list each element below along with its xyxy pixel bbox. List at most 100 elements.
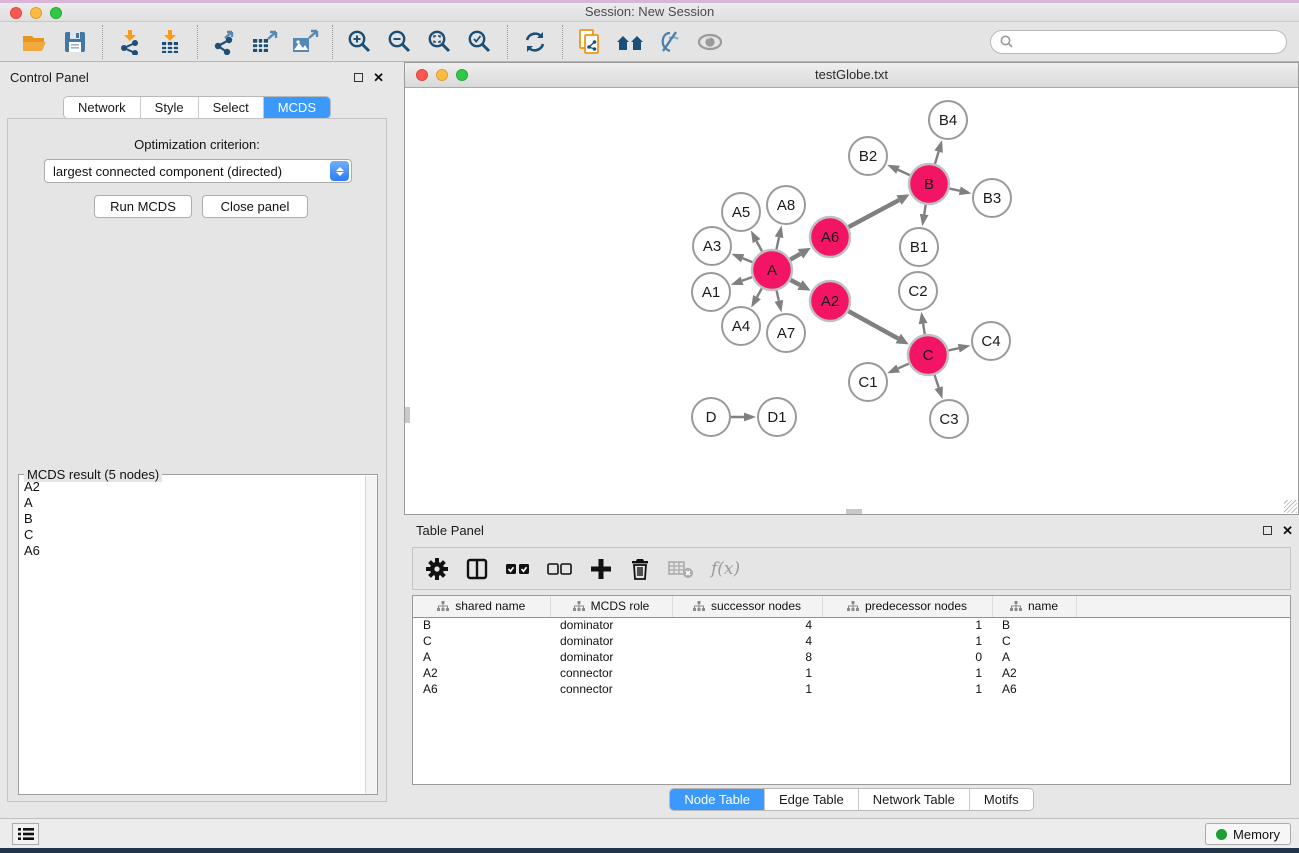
table-settings-gear-icon[interactable] <box>425 554 449 584</box>
table-cell[interactable]: A2 <box>992 665 1076 681</box>
table-cell[interactable]: 8 <box>672 649 822 665</box>
function-builder-icon[interactable]: f(x) <box>711 559 740 579</box>
network-window-titlebar[interactable]: testGlobe.txt <box>405 63 1298 88</box>
delete-table-icon[interactable] <box>667 554 695 584</box>
node-C[interactable]: C <box>908 335 948 375</box>
table-cell[interactable]: 1 <box>822 617 992 633</box>
table-cell[interactable]: 4 <box>672 617 822 633</box>
column-header-successor-nodes[interactable]: successor nodes <box>672 596 822 617</box>
table-row[interactable]: Cdominator41C <box>413 633 1291 649</box>
table-cell[interactable]: 1 <box>672 681 822 697</box>
tab-network-table[interactable]: Network Table <box>859 789 970 810</box>
cybrowser-home-icon[interactable] <box>615 27 645 57</box>
node-D[interactable]: D <box>692 398 730 436</box>
table-cell[interactable]: dominator <box>550 617 672 633</box>
tab-edge-table[interactable]: Edge Table <box>765 789 859 810</box>
node-A8[interactable]: A8 <box>767 186 805 224</box>
table-cell[interactable]: 4 <box>672 633 822 649</box>
table-row[interactable]: Bdominator41B <box>413 617 1291 633</box>
mcds-result-item[interactable]: A6 <box>24 543 360 559</box>
table-row[interactable]: Adominator80A <box>413 649 1291 665</box>
add-column-plus-icon[interactable] <box>589 554 613 584</box>
export-network-icon[interactable] <box>210 27 240 57</box>
tab-network[interactable]: Network <box>64 97 141 118</box>
result-scrollbar[interactable] <box>365 476 377 794</box>
zoom-out-icon[interactable] <box>385 27 415 57</box>
unselect-all-icon[interactable] <box>547 554 573 584</box>
table-cell[interactable]: dominator <box>550 633 672 649</box>
table-cell[interactable]: C <box>992 633 1076 649</box>
close-table-panel-icon[interactable]: ✕ <box>1282 526 1293 535</box>
close-panel-button[interactable]: Close panel <box>202 195 308 218</box>
node-A7[interactable]: A7 <box>767 314 805 352</box>
table-cell[interactable]: 0 <box>822 649 992 665</box>
tab-mcds[interactable]: MCDS <box>264 97 330 118</box>
node-A4[interactable]: A4 <box>722 307 760 345</box>
node-D1[interactable]: D1 <box>758 398 796 436</box>
show-hide-panel-eye-icon[interactable] <box>695 27 725 57</box>
table-cell[interactable]: A <box>413 649 550 665</box>
mcds-result-item[interactable]: B <box>24 511 360 527</box>
zoom-in-icon[interactable] <box>345 27 375 57</box>
table-cell[interactable]: A2 <box>413 665 550 681</box>
memory-button[interactable]: Memory <box>1205 823 1291 845</box>
import-table-icon[interactable] <box>155 27 185 57</box>
node-B[interactable]: B <box>909 164 949 204</box>
table-cell[interactable]: 1 <box>822 633 992 649</box>
table-cell[interactable]: connector <box>550 681 672 697</box>
export-table-icon[interactable] <box>250 27 280 57</box>
table-row[interactable]: A6connector11A6 <box>413 681 1291 697</box>
search-input[interactable] <box>1015 34 1278 49</box>
criterion-dropdown[interactable]: largest connected component (directed) <box>44 159 352 183</box>
node-C4[interactable]: C4 <box>972 322 1010 360</box>
node-B3[interactable]: B3 <box>973 179 1011 217</box>
mcds-result-item[interactable]: A2 <box>24 479 360 495</box>
delete-trash-icon[interactable] <box>629 554 651 584</box>
tab-motifs[interactable]: Motifs <box>970 789 1033 810</box>
table-cell[interactable]: dominator <box>550 649 672 665</box>
mcds-result-item[interactable]: A <box>24 495 360 511</box>
table-cell[interactable]: C <box>413 633 550 649</box>
column-header-shared-name[interactable]: shared name <box>413 596 550 617</box>
mcds-result-item[interactable]: C <box>24 527 360 543</box>
task-history-button[interactable] <box>12 823 39 845</box>
tab-select[interactable]: Select <box>199 97 264 118</box>
table-cell[interactable]: A6 <box>992 681 1076 697</box>
tab-node-table[interactable]: Node Table <box>670 789 765 810</box>
table-cell[interactable]: B <box>992 617 1076 633</box>
table-cell[interactable]: connector <box>550 665 672 681</box>
zoom-fit-icon[interactable] <box>425 27 455 57</box>
table-cell[interactable]: 1 <box>822 681 992 697</box>
column-header-predecessor-nodes[interactable]: predecessor nodes <box>822 596 992 617</box>
search-box[interactable] <box>990 30 1287 54</box>
table-cell[interactable]: 1 <box>672 665 822 681</box>
node-C1[interactable]: C1 <box>849 363 887 401</box>
close-panel-icon[interactable]: ✕ <box>373 73 384 82</box>
zoom-selected-icon[interactable] <box>465 27 495 57</box>
tab-style[interactable]: Style <box>141 97 199 118</box>
node-B4[interactable]: B4 <box>929 101 967 139</box>
node-A6[interactable]: A6 <box>810 217 850 257</box>
resize-grip-icon[interactable] <box>1284 500 1297 513</box>
node-A2[interactable]: A2 <box>810 281 850 321</box>
column-header-name[interactable]: name <box>992 596 1076 617</box>
v-scroll-nub[interactable] <box>405 407 410 423</box>
run-mcds-button[interactable]: Run MCDS <box>94 195 192 218</box>
h-scroll-nub[interactable] <box>846 509 862 514</box>
column-header-MCDS-role[interactable]: MCDS role <box>550 596 672 617</box>
table-cell[interactable]: 1 <box>822 665 992 681</box>
float-panel-icon[interactable] <box>354 73 363 82</box>
network-maximize-button[interactable] <box>456 69 468 81</box>
new-network-from-selection-icon[interactable] <box>575 27 605 57</box>
refresh-icon[interactable] <box>520 27 550 57</box>
table-cell[interactable]: A <box>992 649 1076 665</box>
node-B1[interactable]: B1 <box>900 228 938 266</box>
table-row[interactable]: A2connector11A2 <box>413 665 1291 681</box>
import-network-icon[interactable] <box>115 27 145 57</box>
save-session-icon[interactable] <box>60 27 90 57</box>
float-table-panel-icon[interactable] <box>1263 526 1272 535</box>
hide-graphics-details-icon[interactable] <box>655 27 685 57</box>
close-window-button[interactable] <box>10 7 22 19</box>
table-cell[interactable]: A6 <box>413 681 550 697</box>
network-close-button[interactable] <box>416 69 428 81</box>
